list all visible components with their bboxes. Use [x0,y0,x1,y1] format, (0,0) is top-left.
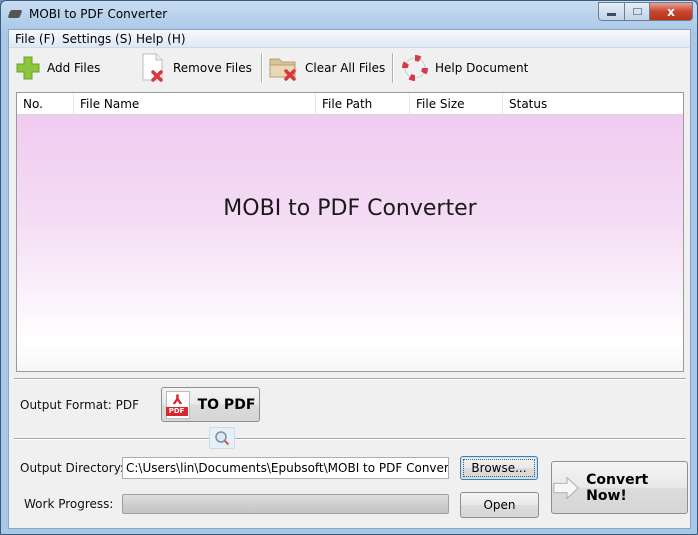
open-button[interactable]: Open [460,492,539,518]
output-format-label: Output Format: PDF [20,398,140,412]
column-header-no[interactable]: No. [17,93,74,115]
pdf-file-icon: ⅄ PDF [165,390,190,419]
client-area: File (F) Settings (S) Help (H) Add Files… [8,29,691,529]
app-icon [7,10,23,18]
column-header-file-size[interactable]: File Size [410,93,503,115]
window-title: MOBI to PDF Converter [29,7,168,21]
maximize-button[interactable] [624,2,650,21]
menu-file[interactable]: File (F) [15,32,55,46]
help-document-label: Help Document [435,61,529,75]
toolbar: Add Files Remove Files Clear All Files H… [9,49,690,89]
column-header-file-name[interactable]: File Name [74,93,316,115]
toolbar-separator [261,53,262,83]
minimize-icon [607,12,616,16]
to-pdf-label: TO PDF [197,396,256,413]
file-list-header: No. File Name File Path File Size Status [17,93,683,115]
preview-button[interactable] [209,427,235,449]
arrow-right-icon [553,476,579,499]
browse-button[interactable]: Browse... [460,456,538,480]
convert-now-button[interactable]: Convert Now! [551,461,688,514]
help-document-button[interactable]: Help Document [401,51,528,85]
maximize-icon [632,8,642,15]
output-directory-label: Output Directory: [20,461,124,475]
magnifier-icon [215,431,230,446]
list-watermark: MOBI to PDF Converter [223,196,477,221]
lifebuoy-icon [402,55,428,81]
menu-bar: File (F) Settings (S) Help (H) [9,30,690,48]
toolbar-separator [392,53,393,83]
section-divider [14,438,686,439]
add-files-label: Add Files [47,61,101,75]
output-directory-input[interactable]: C:\Users\lin\Documents\Epubsoft\MOBI to … [122,457,449,479]
convert-now-label: Convert Now! [586,471,649,504]
clear-folder-icon [269,58,296,81]
work-progress-label: Work Progress: [24,497,114,511]
menu-settings[interactable]: Settings (S) [62,32,132,46]
remove-files-button[interactable]: Remove Files [141,51,252,85]
menu-help[interactable]: Help (H) [136,32,186,46]
column-header-status[interactable]: Status [503,93,683,115]
add-icon [16,56,40,80]
section-divider [14,378,686,379]
work-progress-bar [122,494,449,514]
column-header-file-path[interactable]: File Path [316,93,410,115]
close-icon: x [667,4,675,19]
remove-file-icon [142,53,163,82]
app-window: MOBI to PDF Converter x File (F) Setting… [0,0,698,535]
add-files-button[interactable]: Add Files [15,51,100,85]
clear-all-files-label: Clear All Files [305,61,386,75]
title-bar: MOBI to PDF Converter x [1,1,697,29]
close-button[interactable]: x [649,2,693,21]
clear-all-files-button[interactable]: Clear All Files [269,51,385,85]
to-pdf-button[interactable]: ⅄ PDF TO PDF [161,387,260,422]
minimize-button[interactable] [598,2,625,21]
file-list[interactable]: No. File Name File Path File Size Status… [16,92,684,372]
remove-files-label: Remove Files [173,61,252,75]
